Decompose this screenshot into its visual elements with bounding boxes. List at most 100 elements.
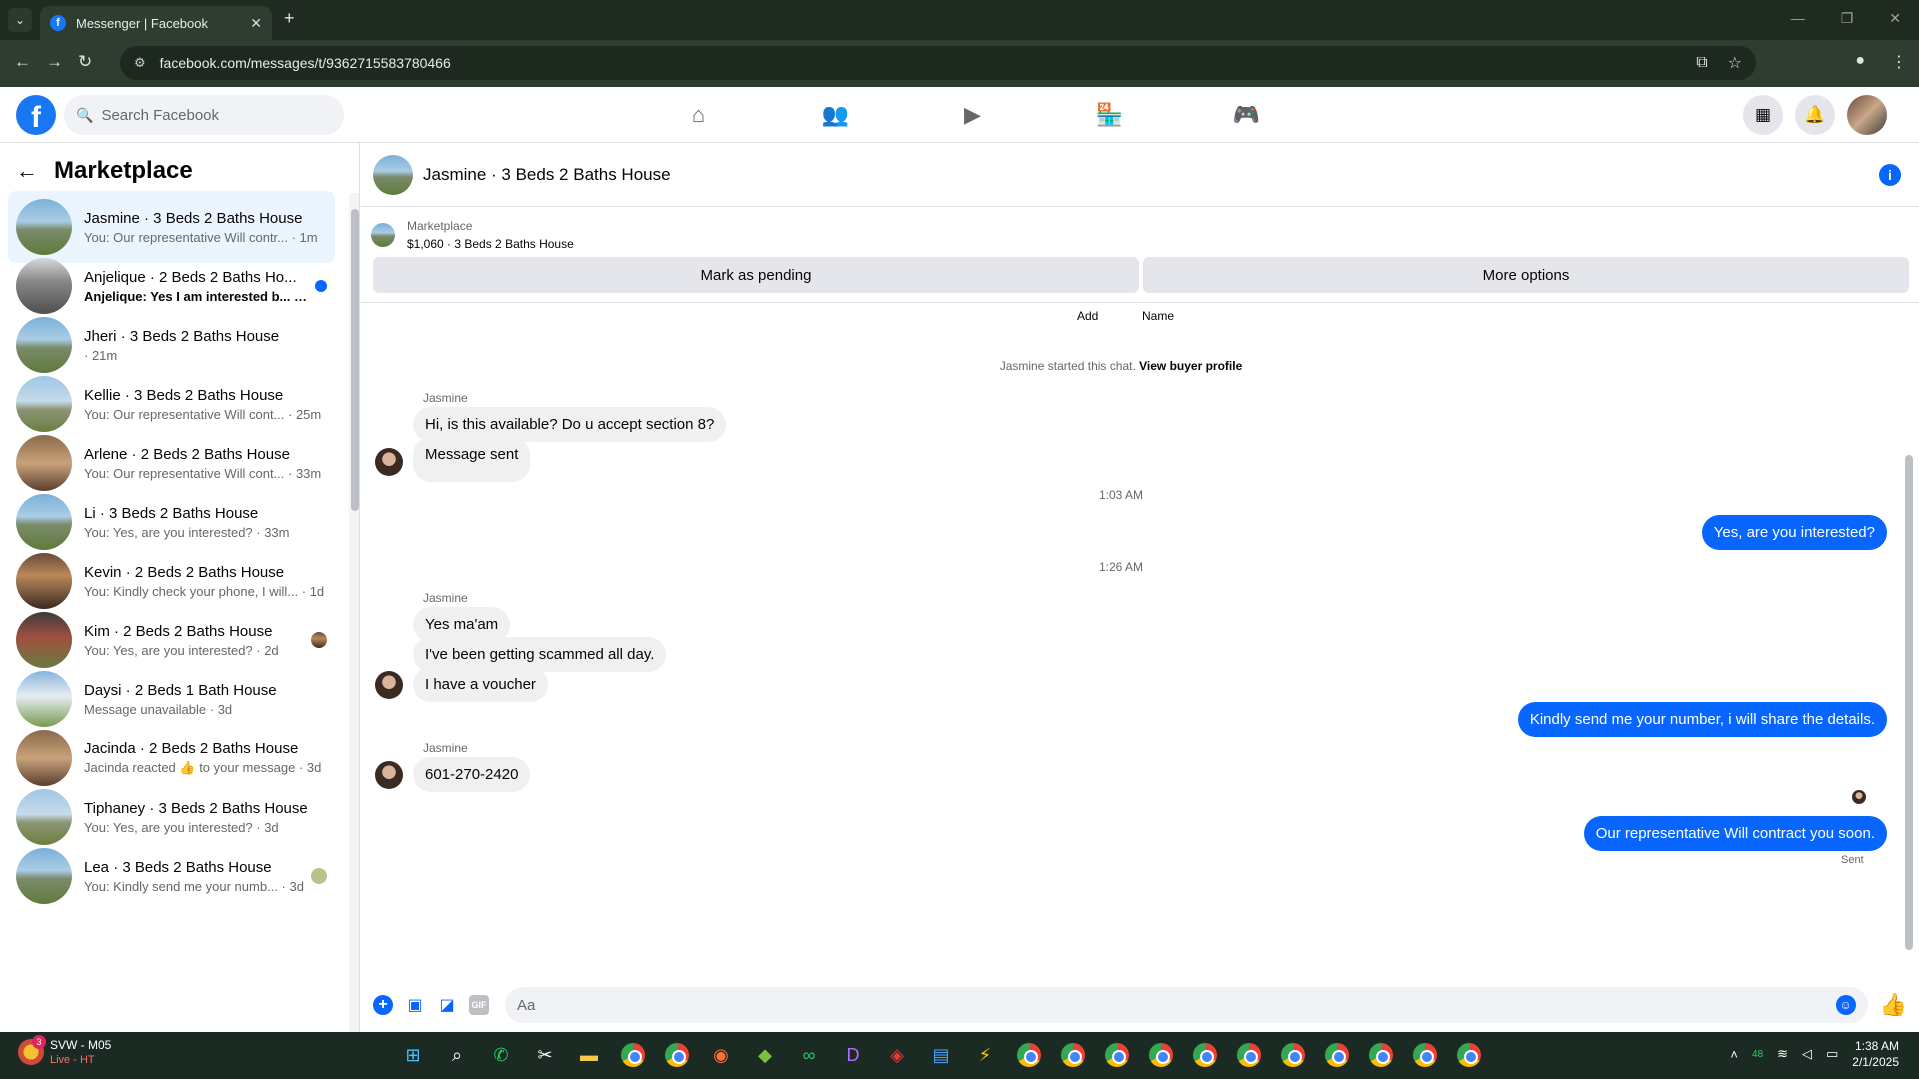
reload-icon[interactable]: ↻ xyxy=(78,52,92,72)
add-label[interactable]: Add xyxy=(1077,309,1098,323)
sender-avatar[interactable] xyxy=(375,761,403,789)
chrome-icon[interactable] xyxy=(1188,1038,1222,1072)
chat-title[interactable]: Jasmine · 3 Beds 2 Baths House xyxy=(423,165,1879,185)
facebook-top-nav: f 🔍 Search Facebook ⌂ 👥 ▶ 🏪 🎮 ▦ 🔔 xyxy=(0,87,1919,143)
back-arrow-icon[interactable]: ← xyxy=(16,158,38,184)
mark-as-pending-button[interactable]: Mark as pending xyxy=(373,257,1139,293)
anydesk-icon[interactable]: ◈ xyxy=(880,1038,914,1072)
watch-icon[interactable]: ▶ xyxy=(904,87,1041,143)
close-tab-icon[interactable]: ✕ xyxy=(250,15,262,32)
menu-grid-icon[interactable]: ▦ xyxy=(1743,95,1783,135)
browser-actions: ● ⋮ xyxy=(1855,52,1907,72)
forward-icon[interactable]: → xyxy=(46,52,63,72)
gif-icon[interactable]: GIF xyxy=(469,995,489,1015)
chrome-icon[interactable] xyxy=(1452,1038,1486,1072)
close-window-icon[interactable]: ✕ xyxy=(1889,10,1901,27)
firefox-icon[interactable]: ◉ xyxy=(704,1038,738,1072)
profile-icon[interactable]: ● xyxy=(1855,52,1865,72)
friends-icon[interactable]: 👥 xyxy=(767,87,904,143)
emoji-icon[interactable]: ☺ xyxy=(1835,995,1856,1015)
marketplace-listing-card[interactable]: Marketplace $1,060 · 3 Beds 2 Baths Hous… xyxy=(371,213,1911,257)
chrome-icon[interactable] xyxy=(1100,1038,1134,1072)
more-options-button[interactable]: More options xyxy=(1143,257,1909,293)
name-label[interactable]: Name xyxy=(1142,309,1174,323)
tab-search-button[interactable]: ⌄ xyxy=(8,8,32,32)
address-bar[interactable]: ⚙ facebook.com/messages/t/93627155837804… xyxy=(120,46,1756,80)
battery-icon[interactable]: ▭ xyxy=(1826,1046,1838,1062)
chrome-icon[interactable] xyxy=(1232,1038,1266,1072)
app-icon[interactable]: D xyxy=(836,1038,870,1072)
chrome-icon[interactable] xyxy=(1364,1038,1398,1072)
clock[interactable]: 1:38 AM 2/1/2025 xyxy=(1852,1038,1899,1070)
search-input[interactable]: 🔍 Search Facebook xyxy=(64,95,344,135)
system-tray: ˄ 48 ≋ ◁ ▭ 1:38 AM 2/1/2025 xyxy=(1730,1038,1899,1070)
chat-listing-thumbnail[interactable] xyxy=(373,154,413,195)
facebook-logo-icon[interactable]: f xyxy=(16,95,56,135)
message-input[interactable]: Aa ☺ xyxy=(505,987,1868,1023)
widget-badge: 3 xyxy=(32,1035,46,1049)
restore-icon[interactable]: ❐ xyxy=(1841,10,1854,27)
chevron-up-icon[interactable]: ˄ xyxy=(1730,1047,1738,1062)
gaming-icon[interactable]: 🎮 xyxy=(1178,87,1315,143)
search-icon[interactable]: ⌕ xyxy=(440,1038,474,1072)
sidebar-scrollbar[interactable] xyxy=(349,193,359,1032)
sender-name: Jasmine xyxy=(423,591,468,605)
message-composer: + ▣ ◪ GIF Aa ☺ 👍 xyxy=(361,981,1919,1029)
thread-scrollbar[interactable] xyxy=(1903,303,1915,971)
chrome-icon[interactable] xyxy=(616,1038,650,1072)
wifi-icon[interactable]: ≋ xyxy=(1777,1046,1788,1062)
conversation-snippet: You: Yes, are you interested? · 3d xyxy=(84,819,279,835)
browser-tab[interactable]: f Messenger | Facebook ✕ xyxy=(40,6,272,40)
file-explorer-icon[interactable]: ▬ xyxy=(572,1038,606,1072)
seen-avatar xyxy=(311,632,327,648)
account-avatar[interactable] xyxy=(1847,95,1887,135)
bookmark-star-icon[interactable]: ☆ xyxy=(1728,53,1742,73)
more-actions-icon[interactable]: + xyxy=(373,995,393,1015)
sender-avatar[interactable] xyxy=(375,671,403,699)
view-buyer-profile-link[interactable]: View buyer profile xyxy=(1139,359,1242,373)
new-tab-button[interactable]: + xyxy=(284,8,295,29)
chrome-icon[interactable] xyxy=(1320,1038,1354,1072)
outgoing-message[interactable]: Kindly send me your number, i will share… xyxy=(1517,702,1887,737)
listing-thumbnail xyxy=(16,376,72,432)
thumbs-up-icon[interactable]: 👍 xyxy=(1880,992,1907,1018)
marketplace-icon[interactable]: 🏪 xyxy=(1041,87,1178,143)
scrollbar-thumb[interactable] xyxy=(1905,455,1913,950)
volume-icon[interactable]: ◁ xyxy=(1802,1046,1812,1062)
conversation-snippet: Message unavailable · 3d xyxy=(84,701,233,717)
incoming-message[interactable]: Message sent xyxy=(413,437,531,482)
start-icon[interactable]: ⊞ xyxy=(396,1038,430,1072)
chrome-icon[interactable] xyxy=(1012,1038,1046,1072)
snipping-tool-icon[interactable]: ✂ xyxy=(528,1038,562,1072)
install-app-icon[interactable]: ⧉ xyxy=(1696,54,1707,72)
widgets-button[interactable]: 3 SVW - M05 Live - HT xyxy=(18,1035,111,1066)
back-icon[interactable]: ← xyxy=(14,52,31,72)
power-automate-icon[interactable]: ⚡ xyxy=(968,1038,1002,1072)
clock-time: 1:38 AM xyxy=(1854,1039,1899,1053)
sender-avatar[interactable] xyxy=(375,448,403,476)
notifications-bell-icon[interactable]: 🔔 xyxy=(1795,95,1835,135)
conversation-item[interactable]: Lea · 3 Beds 2 Baths House You: Kindly se… xyxy=(8,840,335,912)
chrome-icon[interactable] xyxy=(1144,1038,1178,1072)
minimize-icon[interactable]: — xyxy=(1791,10,1805,27)
chrome-icon[interactable] xyxy=(1056,1038,1090,1072)
menu-icon[interactable]: ⋮ xyxy=(1891,52,1907,72)
info-icon[interactable]: i xyxy=(1879,163,1901,186)
scrollbar-thumb[interactable] xyxy=(351,209,359,511)
whatsapp-icon[interactable]: ✆ xyxy=(484,1038,518,1072)
outgoing-message[interactable]: Yes, are you interested? xyxy=(1701,515,1887,550)
notepad-icon[interactable]: ▤ xyxy=(924,1038,958,1072)
outgoing-message[interactable]: Our representative Will contract you soo… xyxy=(1583,816,1887,851)
home-icon[interactable]: ⌂ xyxy=(630,87,767,143)
battery-tray-label[interactable]: 48 xyxy=(1752,1049,1763,1060)
site-info-icon[interactable]: ⚙ xyxy=(134,55,146,71)
attach-photo-icon[interactable]: ▣ xyxy=(405,995,425,1015)
bluestacks-icon[interactable]: ◆ xyxy=(748,1038,782,1072)
incoming-message[interactable]: 601-270-2420 xyxy=(413,757,531,792)
chrome-icon[interactable] xyxy=(1408,1038,1442,1072)
chrome-icon[interactable] xyxy=(1276,1038,1310,1072)
incoming-message[interactable]: I have a voucher xyxy=(413,667,548,702)
app-icon[interactable]: ∞ xyxy=(792,1038,826,1072)
chrome-icon[interactable] xyxy=(660,1038,694,1072)
sticker-icon[interactable]: ◪ xyxy=(437,995,457,1015)
